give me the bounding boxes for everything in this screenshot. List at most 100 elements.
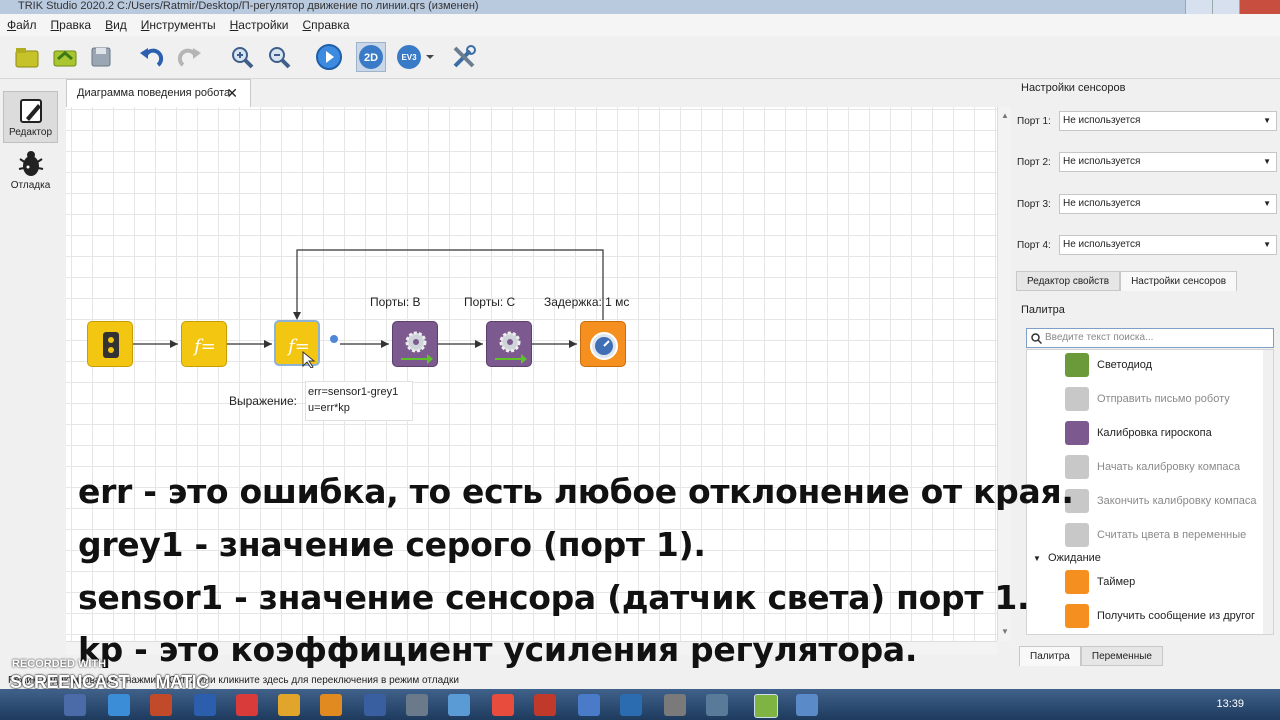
scroll-down-icon[interactable]: ▼ bbox=[1001, 627, 1009, 636]
window-title: TRIK Studio 2020.2 C:/Users/Ratmir/Deskt… bbox=[18, 0, 479, 12]
svg-text:f=: f= bbox=[286, 336, 310, 357]
pdf-icon[interactable] bbox=[534, 694, 556, 716]
palette-item-led[interactable]: Светодиод bbox=[1065, 351, 1273, 381]
tab-behavior-diagram[interactable]: Диаграмма поведения робота ✕ bbox=[66, 79, 251, 107]
zoom-in-icon[interactable] bbox=[227, 42, 257, 72]
initial-node-block[interactable] bbox=[87, 321, 133, 367]
timer-icon bbox=[1065, 570, 1089, 594]
watermark-brand: SCREENCAST MATIC bbox=[10, 672, 209, 693]
search-placeholder: Введите текст поиска... bbox=[1045, 332, 1154, 343]
open-icon[interactable] bbox=[50, 42, 80, 72]
port-3-select[interactable]: Не используется ▼ bbox=[1059, 194, 1277, 214]
palette-search-input[interactable]: Введите текст поиска... bbox=[1026, 328, 1274, 348]
chevron-down-icon: ▼ bbox=[1033, 554, 1041, 563]
save-icon[interactable] bbox=[86, 42, 116, 72]
window-title-bar: TRIK Studio 2020.2 C:/Users/Ratmir/Deskt… bbox=[0, 0, 1280, 14]
expression-field[interactable]: err=sensor1-grey1 u=err*kp bbox=[305, 381, 413, 421]
editor-mode-button[interactable]: Редактор bbox=[3, 91, 58, 143]
palette-item-start-compass[interactable]: Начать калибровку компаса bbox=[1065, 453, 1273, 483]
menu-settings[interactable]: Настройки bbox=[223, 18, 296, 32]
palette-item-read-colors[interactable]: Считать цвета в переменные bbox=[1065, 521, 1273, 551]
menu-file[interactable]: Файл bbox=[0, 18, 44, 32]
motors-block-b[interactable] bbox=[392, 321, 438, 367]
taskbar-app-icon[interactable] bbox=[150, 694, 172, 716]
taskbar-clock[interactable]: 13:39 bbox=[1216, 698, 1244, 710]
menu-tools[interactable]: Инструменты bbox=[134, 18, 223, 32]
zoom-out-icon[interactable] bbox=[264, 42, 294, 72]
tab-variables[interactable]: Переменные bbox=[1080, 646, 1163, 666]
sensor-settings-title: Настройки сенсоров bbox=[1021, 82, 1126, 94]
port-2-select[interactable]: Не используется ▼ bbox=[1059, 152, 1277, 172]
chevron-down-icon[interactable] bbox=[423, 42, 437, 72]
tools-icon[interactable] bbox=[449, 42, 479, 72]
maximize-button[interactable] bbox=[1212, 0, 1239, 14]
port-1-value: Не используется bbox=[1063, 115, 1141, 126]
palette-item-label: Начать калибровку компаса bbox=[1097, 461, 1241, 473]
redo-icon[interactable] bbox=[174, 42, 204, 72]
minimize-button[interactable] bbox=[1185, 0, 1212, 14]
palette-item-gyro-calibration[interactable]: Калибровка гироскопа bbox=[1065, 419, 1273, 449]
palette-item-label: Светодиод bbox=[1097, 359, 1153, 371]
palette-group-wait[interactable]: ▼ Ожидание bbox=[1033, 552, 1101, 564]
port-4-label: Порт 4: bbox=[1017, 240, 1051, 251]
taskbar-app-icon[interactable] bbox=[796, 694, 818, 716]
motors-port-c-label: Порты: C bbox=[464, 295, 516, 309]
watermark-recorded: RECORDED WITH bbox=[12, 658, 107, 670]
close-tab-icon[interactable]: ✕ bbox=[226, 80, 238, 107]
word-icon[interactable] bbox=[194, 694, 216, 716]
function-block-1[interactable]: f= bbox=[181, 321, 227, 367]
palette-item-label: Закончить калибровку компаса bbox=[1097, 495, 1257, 507]
gyro-icon bbox=[1065, 421, 1089, 445]
menu-view[interactable]: Вид bbox=[98, 18, 134, 32]
menu-help[interactable]: Справка bbox=[295, 18, 356, 32]
port-4-select[interactable]: Не используется ▼ bbox=[1059, 235, 1277, 255]
chrome-icon[interactable] bbox=[278, 694, 300, 716]
taskbar-app-icon[interactable] bbox=[492, 694, 514, 716]
taskbar-app-icon[interactable] bbox=[64, 694, 86, 716]
taskbar-app-icon[interactable] bbox=[406, 694, 428, 716]
debug-mode-button[interactable]: Отладка bbox=[3, 145, 58, 197]
close-window-button[interactable] bbox=[1239, 0, 1280, 14]
color-sensor-icon bbox=[1065, 523, 1089, 547]
palette-item-send-message[interactable]: Отправить письмо роботу bbox=[1065, 385, 1273, 415]
mode-2d-button[interactable]: 2D bbox=[356, 42, 386, 72]
chevron-down-icon: ▼ bbox=[1263, 199, 1271, 208]
function-block-expression[interactable]: f= bbox=[274, 320, 320, 368]
menu-edit[interactable]: Правка bbox=[44, 18, 99, 32]
palette-item-receive-message[interactable]: Получить сообщение из другог bbox=[1065, 602, 1273, 632]
taskbar-app-icon[interactable] bbox=[620, 694, 642, 716]
trik-studio-taskbar-icon[interactable] bbox=[754, 694, 778, 718]
ie-icon[interactable] bbox=[108, 694, 130, 716]
palette-item-label: Получить сообщение из другог bbox=[1097, 610, 1256, 622]
scroll-up-icon[interactable]: ▲ bbox=[1001, 111, 1009, 120]
taskbar-app-icon[interactable] bbox=[706, 694, 728, 716]
timer-block[interactable] bbox=[580, 321, 626, 367]
motors-block-c[interactable] bbox=[486, 321, 532, 367]
taskbar-app-icon[interactable] bbox=[364, 694, 386, 716]
tab-palette[interactable]: Палитра bbox=[1019, 646, 1081, 666]
vertical-scrollbar[interactable]: ▲ ▼ bbox=[997, 107, 1011, 641]
palette-item-label: Таймер bbox=[1097, 576, 1136, 588]
taskbar-app-icon[interactable] bbox=[448, 694, 470, 716]
taskbar-app-icon[interactable] bbox=[320, 694, 342, 716]
taskbar-app-icon[interactable] bbox=[664, 694, 686, 716]
undo-icon[interactable] bbox=[137, 42, 167, 72]
run-icon[interactable] bbox=[314, 42, 344, 72]
property-tabs: Редактор свойств Настройки сенсоров bbox=[1016, 271, 1238, 291]
yandex-icon[interactable] bbox=[236, 694, 258, 716]
bug-icon bbox=[16, 149, 46, 179]
caption-line-4: kp - это коэффициент усиления регулятора… bbox=[78, 630, 918, 669]
tab-sensor-settings[interactable]: Настройки сенсоров bbox=[1120, 271, 1238, 291]
message-icon bbox=[1065, 604, 1089, 628]
tab-label: Диаграмма поведения робота bbox=[77, 87, 231, 99]
new-project-icon[interactable] bbox=[12, 42, 42, 72]
palette-item-timer[interactable]: Таймер bbox=[1065, 568, 1273, 598]
port-2-value: Не используется bbox=[1063, 156, 1141, 167]
port-1-select[interactable]: Не используется ▼ bbox=[1059, 111, 1277, 131]
expression-line-1: err=sensor1-grey1 bbox=[308, 386, 399, 398]
tab-property-editor[interactable]: Редактор свойств bbox=[1016, 271, 1121, 291]
palette-item-stop-compass[interactable]: Закончить калибровку компаса bbox=[1065, 487, 1273, 517]
ev3-button[interactable]: EV3 bbox=[394, 42, 424, 72]
taskbar-app-icon[interactable] bbox=[578, 694, 600, 716]
palette-scrollbar[interactable] bbox=[1263, 350, 1273, 634]
